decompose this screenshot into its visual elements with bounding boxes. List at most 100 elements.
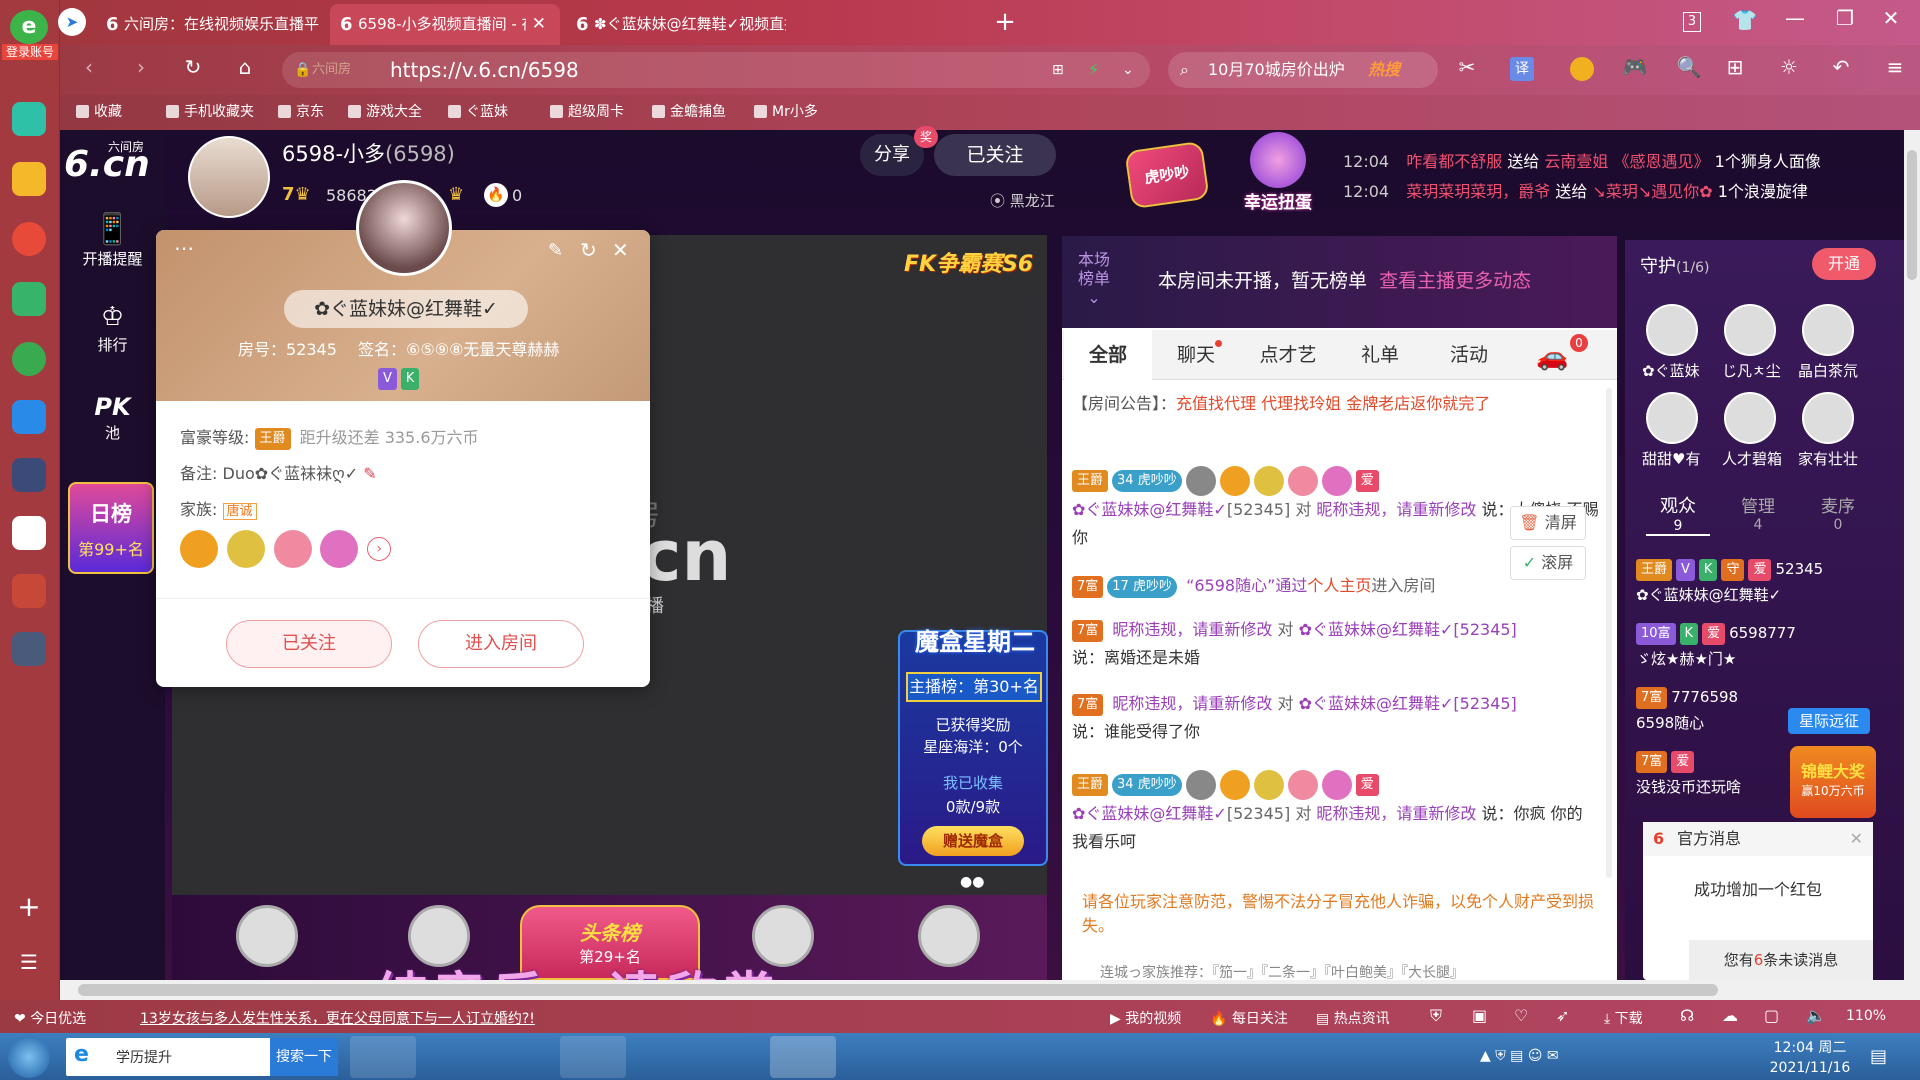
expedition-banner[interactable]: 星际远征 bbox=[1788, 708, 1870, 734]
refresh-icon[interactable]: ↻ bbox=[580, 238, 597, 262]
taskbar-search[interactable]: e 学历提升 搜索一下 bbox=[66, 1038, 338, 1076]
fav-item[interactable]: ぐ蓝妹 bbox=[444, 97, 508, 127]
sidebar-app-game-icon[interactable] bbox=[12, 458, 46, 492]
chat-tab-chat[interactable]: 聊天 bbox=[1152, 330, 1240, 380]
rocket-icon[interactable]: ➶ bbox=[1556, 1006, 1569, 1025]
notification-icon[interactable]: ▤ bbox=[1870, 1046, 1887, 1067]
user-avatar[interactable] bbox=[356, 180, 452, 276]
sidebar-app-war-icon[interactable] bbox=[12, 632, 46, 666]
tab-2[interactable]: 6 6598-小多视频直播间 - 在线视 ✕ bbox=[330, 4, 560, 45]
fav-item[interactable]: 金蟾捕鱼 bbox=[648, 97, 726, 127]
sidebar-list-icon[interactable]: ☰ bbox=[14, 950, 44, 980]
lucky-egg-badge[interactable]: 幸运扭蛋 bbox=[1228, 132, 1328, 213]
guard-avatar[interactable] bbox=[1802, 392, 1854, 444]
close-icon[interactable]: ✕ bbox=[1850, 822, 1863, 856]
chat-tab-all[interactable]: 全部 bbox=[1064, 330, 1152, 380]
scroll-screen-button[interactable]: ✓ 滚屏 bbox=[1510, 546, 1586, 580]
sidebar-add-button[interactable]: + bbox=[14, 890, 44, 923]
sidebar-app-hero-icon[interactable] bbox=[12, 574, 46, 608]
chat-tab-gifts[interactable]: 礼单 bbox=[1336, 330, 1424, 380]
fav-item[interactable]: 收藏 bbox=[72, 97, 122, 127]
magic-box-panel[interactable]: 魔盒星期二 主播榜：第30+名 已获得奖励 星座海洋：0个 我已收集 0款/9款… bbox=[898, 628, 1048, 866]
window-icon[interactable]: ▢ bbox=[1764, 1006, 1779, 1025]
search-button[interactable]: 搜索一下 bbox=[270, 1038, 338, 1076]
guard-avatar[interactable] bbox=[1646, 392, 1698, 444]
apps-icon[interactable]: ⊞ bbox=[1720, 55, 1750, 85]
taskbar-app-video-icon[interactable] bbox=[630, 1036, 696, 1078]
heart-outline-icon[interactable]: ♡ bbox=[1514, 1006, 1528, 1025]
follow-anchor-button[interactable]: 已关注 bbox=[934, 134, 1056, 176]
scroll-thumb[interactable] bbox=[1907, 150, 1917, 280]
fav-item[interactable]: 京东 bbox=[274, 97, 324, 127]
sidebar-app-circle-icon[interactable] bbox=[12, 342, 46, 376]
tab-mic-queue[interactable]: 麦序 0 bbox=[1806, 492, 1870, 533]
magnifier-icon[interactable]: 🔍 bbox=[1674, 55, 1704, 85]
fk-banner[interactable]: FK争霸赛S6 bbox=[904, 246, 1033, 278]
sidebar-app-mail-icon[interactable] bbox=[12, 282, 46, 316]
chevron-right-icon[interactable]: › bbox=[367, 537, 392, 561]
tray-icons[interactable]: ▲ ⛨ ▤ ☺ ✉ bbox=[1480, 1048, 1660, 1068]
tab-count-badge[interactable]: 3 bbox=[1683, 12, 1701, 32]
scroll-thumb[interactable] bbox=[78, 984, 1718, 996]
more-icon[interactable]: ⋯ bbox=[174, 236, 194, 260]
koi-banner[interactable]: 锦鲤大奖 赢10万六币 bbox=[1790, 746, 1876, 818]
lightning-icon[interactable]: ⚡ bbox=[1088, 52, 1099, 88]
taskbar-app-chrome-icon[interactable] bbox=[700, 1036, 766, 1078]
login-label[interactable]: 登录账号 bbox=[2, 44, 58, 60]
send-icon[interactable]: ➤ bbox=[58, 8, 86, 36]
fav-item[interactable]: 游戏大全 bbox=[344, 97, 422, 127]
chat-tab-talent[interactable]: 点才艺 bbox=[1240, 330, 1336, 380]
taskbar-app-game-icon[interactable] bbox=[770, 1036, 836, 1078]
seat-avatar-icon[interactable] bbox=[918, 905, 980, 967]
tab-1[interactable]: 6 六间房：在线视频娱乐直播平 bbox=[96, 4, 326, 45]
page-scrollbar[interactable] bbox=[1904, 130, 1920, 980]
restore-button[interactable]: ❐ bbox=[1830, 6, 1860, 36]
horizontal-scrollbar[interactable] bbox=[60, 980, 1920, 1000]
sidebar-app-star-icon[interactable] bbox=[12, 162, 46, 196]
nav-remind[interactable]: 📱 开播提醒 bbox=[60, 212, 165, 269]
menu-icon[interactable]: ≡ bbox=[1880, 55, 1910, 85]
daily-rank-badge[interactable]: 日榜 第99+名 bbox=[68, 482, 154, 574]
sidebar-app-doc-icon[interactable] bbox=[12, 516, 46, 550]
minimize-button[interactable]: — bbox=[1780, 6, 1810, 36]
chat-tab-activity[interactable]: 活动 bbox=[1424, 330, 1514, 380]
chevron-down-icon[interactable]: ⌄ bbox=[1122, 52, 1134, 88]
close-card-icon[interactable]: ✕ bbox=[612, 238, 629, 262]
headset-icon[interactable]: ☊ bbox=[1680, 1006, 1694, 1025]
taskbar-app-ie-icon[interactable] bbox=[420, 1036, 486, 1078]
cloud-icon[interactable]: ☁ bbox=[1722, 1006, 1738, 1025]
clear-screen-button[interactable]: 🗑 清屏 bbox=[1510, 506, 1586, 540]
hot-news-link[interactable]: ▤ 热点资讯 bbox=[1316, 1008, 1390, 1028]
edit-icon[interactable]: ✎ bbox=[548, 240, 563, 261]
grid-icon[interactable]: ⊞ bbox=[1052, 52, 1064, 88]
close-icon[interactable]: ✕ bbox=[532, 4, 546, 45]
undo-icon[interactable]: ↶ bbox=[1826, 55, 1856, 85]
fav-item[interactable]: 超级周卡 bbox=[546, 97, 624, 127]
carousel-dots[interactable]: ●● bbox=[960, 875, 988, 889]
guard-avatar[interactable] bbox=[1724, 304, 1776, 356]
brightness-icon[interactable]: ☼ bbox=[1774, 55, 1804, 85]
fav-item[interactable]: Mr小多 bbox=[750, 97, 818, 127]
guard-open-button[interactable]: 开通 bbox=[1812, 248, 1876, 280]
send-magic-box-button[interactable]: 赠送魔盒 bbox=[922, 826, 1024, 856]
tab-managers[interactable]: 管理 4 bbox=[1726, 492, 1790, 533]
download-link[interactable]: ⤓ 下载 bbox=[1604, 1008, 1643, 1028]
shirt-icon[interactable]: 👕 bbox=[1730, 8, 1760, 38]
shield-icon[interactable]: ⛨ bbox=[1430, 1006, 1442, 1026]
viewer-item[interactable]: 10富 K 爱 6598777 ゞ炫★赫★门★ bbox=[1636, 620, 1876, 672]
scissors-icon[interactable]: ✂ bbox=[1452, 55, 1482, 85]
tab-3[interactable]: 6 ✽ぐ蓝妹妹@红舞鞋✓视频直播 bbox=[566, 4, 786, 45]
viewer-item[interactable]: 王爵 V K 守爱 52345 ✿ぐ蓝妹妹@红舞鞋✓ bbox=[1636, 556, 1876, 608]
new-tab-button[interactable]: + bbox=[990, 8, 1020, 38]
sidebar-app-p-icon[interactable] bbox=[12, 400, 46, 434]
fav-item[interactable]: 手机收藏夹 bbox=[162, 97, 254, 127]
tiger-badge[interactable]: 虎吵吵 bbox=[1124, 140, 1210, 210]
start-button[interactable] bbox=[8, 1036, 50, 1078]
unread-messages[interactable]: 您有6条未读消息 bbox=[1689, 940, 1873, 980]
official-message-popup[interactable]: 6 官方消息 ✕ 成功增加一个红包 您有6条未读消息 bbox=[1643, 822, 1873, 980]
today-picks[interactable]: ❤ 今日优选 bbox=[14, 1008, 86, 1028]
refresh-button[interactable]: ↻ bbox=[178, 55, 208, 85]
guard-avatar[interactable] bbox=[1724, 392, 1776, 444]
seat-avatar-icon[interactable] bbox=[236, 905, 298, 967]
guard-avatar[interactable] bbox=[1802, 304, 1854, 356]
